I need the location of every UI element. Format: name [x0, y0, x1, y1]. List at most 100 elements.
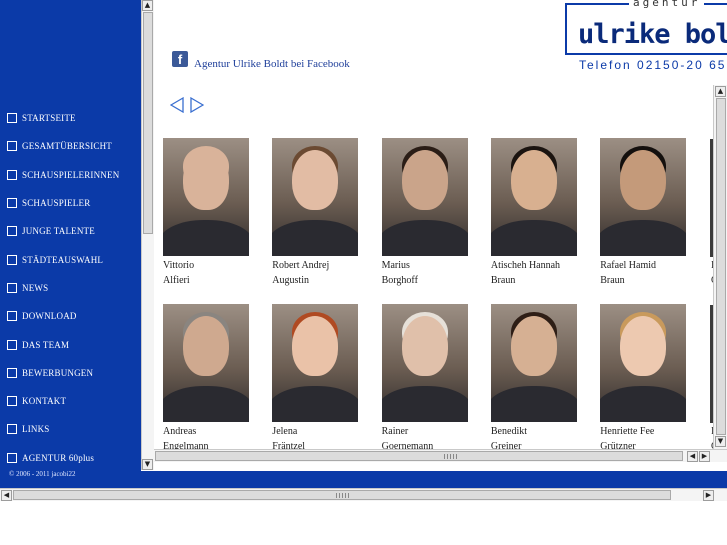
copyright: © 2006 - 2011 jacobi22 — [9, 470, 76, 478]
nav-item[interactable]: NEWS — [0, 274, 141, 302]
checkbox-icon — [7, 254, 17, 265]
actor-card[interactable]: Robert Andrej Augustin — [272, 138, 362, 288]
sidebar: STARTSEITE GESAMTÜBERSICHT SCHAUSPIELERINN… — [0, 0, 141, 488]
footer-bar — [141, 471, 727, 488]
actor-card[interactable]: Rafael Hamid Braun — [600, 138, 690, 288]
actor-card[interactable]: Benedikt Greiner — [490, 304, 581, 451]
nav-item-label: SCHAUSPIELERINNEN — [22, 169, 120, 180]
checkbox-icon — [7, 282, 17, 293]
actor-card[interactable]: Henriette Fee Grützner — [600, 304, 690, 451]
actor-first-name[interactable]: Benedikt — [491, 424, 581, 439]
face-shape — [620, 316, 667, 376]
actor-first-name[interactable]: Rafael Hamid — [600, 258, 690, 273]
actor-card[interactable]: Marius Borghoff — [381, 138, 472, 288]
face-shape — [292, 316, 339, 376]
actor-photo[interactable] — [600, 138, 687, 256]
actor-last-name[interactable]: Alfieri — [163, 273, 253, 288]
scroll-left-button[interactable]: ◀ — [1, 490, 12, 501]
facebook-link[interactable]: Agentur Ulrike Boldt bei Facebook — [194, 58, 350, 70]
actor-first-name[interactable]: Atischeh Hannah — [491, 258, 581, 273]
actor-last-name[interactable]: Borghoff — [382, 273, 472, 288]
scroll-thumb[interactable] — [143, 12, 153, 234]
actor-first-name[interactable]: Andreas — [163, 424, 253, 439]
scroll-thumb[interactable] — [716, 98, 726, 435]
facebook-icon[interactable]: f — [172, 51, 188, 67]
actor-photo[interactable] — [272, 304, 359, 422]
actor-first-name[interactable]: Rainer — [382, 424, 472, 439]
actor-card[interactable]: Atischeh Hannah Braun — [490, 138, 581, 288]
nav-item-label: DAS TEAM — [22, 339, 70, 350]
checkbox-icon — [7, 452, 17, 463]
actor-card[interactable]: Vittorio Alfieri — [163, 138, 253, 288]
scroll-grip — [444, 454, 458, 459]
nav-item[interactable]: JUNGE TALENTE — [0, 217, 141, 245]
nav-item[interactable]: BEWERBUNGEN — [0, 359, 141, 387]
nav-item[interactable]: DAS TEAM — [0, 330, 141, 358]
actor-photo[interactable] — [272, 138, 359, 256]
shoulders-shape — [381, 386, 468, 422]
scroll-left-button[interactable]: ◀ — [687, 451, 698, 462]
checkbox-icon — [7, 396, 17, 407]
nav-item[interactable]: SCHAUSPIELER — [0, 189, 141, 217]
shoulders-shape — [272, 220, 359, 256]
window-hscrollbar[interactable]: ◀ ▶ — [0, 488, 727, 501]
actor-last-name[interactable]: Braun — [600, 273, 690, 288]
actor-photo[interactable] — [163, 304, 249, 422]
scroll-right-button[interactable]: ▶ — [699, 451, 710, 462]
scroll-thumb[interactable] — [155, 451, 683, 461]
sidebar-scrollbar[interactable]: ▲ ▼ — [141, 0, 154, 470]
checkbox-icon — [7, 141, 17, 152]
nav-item[interactable]: LINKS — [0, 415, 141, 443]
checkbox-icon — [7, 198, 17, 209]
nav-item[interactable]: DOWNLOAD — [0, 302, 141, 330]
nav-item[interactable]: STÄDTEAUSWAHL — [0, 245, 141, 273]
checkbox-icon — [7, 113, 17, 124]
scroll-up-button[interactable]: ▲ — [715, 86, 726, 97]
face-shape — [510, 316, 557, 376]
shoulders-shape — [490, 386, 577, 422]
scroll-up-button[interactable]: ▲ — [142, 0, 153, 11]
shoulders-shape — [381, 220, 468, 256]
actor-first-name[interactable]: Vittorio — [163, 258, 253, 273]
content-vscrollbar[interactable]: ▲ ▼ — [713, 85, 727, 449]
actor-photo[interactable] — [490, 138, 577, 256]
face-shape — [183, 150, 229, 210]
actor-photo[interactable] — [490, 304, 577, 422]
actor-card[interactable]: Rainer Goernemann — [381, 304, 472, 451]
scroll-down-button[interactable]: ▼ — [715, 436, 726, 447]
scroll-right-button[interactable]: ▶ — [703, 490, 714, 501]
content-hscrollbar[interactable]: ◀ ▶ — [154, 449, 727, 462]
nav-item-label: LINKS — [22, 424, 50, 435]
face-shape — [510, 150, 557, 210]
nav-item[interactable]: AGENTUR 60plus — [0, 444, 141, 472]
scroll-down-button[interactable]: ▼ — [142, 459, 153, 470]
actor-first-name[interactable]: Henriette Fee — [600, 424, 690, 439]
nav-item-label: BEWERBUNGEN — [22, 367, 94, 378]
face-shape — [620, 150, 667, 210]
actor-last-name[interactable]: Augustin — [272, 273, 362, 288]
actor-card[interactable]: Jelena Fräntzel — [272, 304, 362, 451]
nav-item-label: JUNGE TALENTE — [22, 226, 95, 237]
next-arrow-icon[interactable] — [190, 97, 204, 113]
actor-photo[interactable] — [163, 138, 249, 256]
actor-photo[interactable] — [600, 304, 687, 422]
logo-main-text: ulrike boldt — [578, 19, 727, 50]
prev-arrow-icon[interactable] — [170, 97, 184, 113]
actor-photo[interactable] — [381, 138, 468, 256]
actor-first-name[interactable]: Robert Andrej — [272, 258, 362, 273]
logo-small-text: agentur — [629, 0, 705, 9]
actor-photo[interactable] — [381, 304, 468, 422]
actor-first-name[interactable]: Jelena — [272, 424, 362, 439]
actor-card[interactable]: Andreas Engelmann — [163, 304, 253, 451]
checkbox-icon — [7, 339, 17, 350]
nav-item[interactable]: SCHAUSPIELERINNEN — [0, 161, 141, 189]
nav-item[interactable]: KONTAKT — [0, 387, 141, 415]
nav-menu: STARTSEITE GESAMTÜBERSICHT SCHAUSPIELERINN… — [0, 104, 141, 472]
actor-first-name[interactable]: Marius — [382, 258, 472, 273]
agency-logo[interactable]: agentur ulrike boldt — [565, 0, 727, 55]
actor-grid: Vittorio Alfieri Robert Andrej Augustin Mari… — [163, 138, 708, 451]
actor-last-name[interactable]: Braun — [491, 273, 581, 288]
nav-item-label: SCHAUSPIELER — [22, 198, 91, 209]
nav-item[interactable]: GESAMTÜBERSICHT — [0, 132, 141, 160]
nav-item[interactable]: STARTSEITE — [0, 104, 141, 132]
